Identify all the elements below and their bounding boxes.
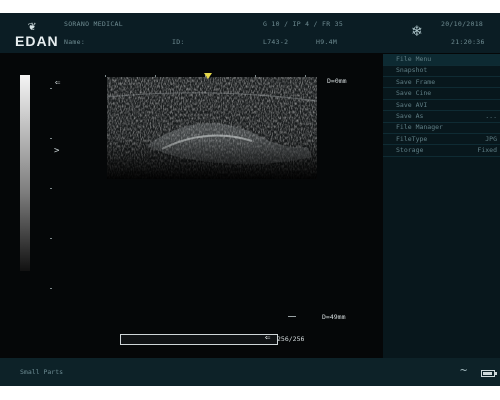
patient-name-label: Name: xyxy=(64,38,86,46)
header-bar: ❦ EDAN SORANO MEDICAL Name: ID: G 10 / I… xyxy=(0,13,500,53)
scale-tick xyxy=(50,188,52,189)
left-arrow-icon: ⇐ xyxy=(55,78,61,88)
menu-item-filetype[interactable]: FileType JPG xyxy=(383,134,500,146)
menu-item-file-manager[interactable]: File Manager xyxy=(383,122,500,134)
cine-arrow-icon: ⇐ xyxy=(265,333,271,343)
logo-text: EDAN xyxy=(15,33,59,49)
ruler-tick xyxy=(105,75,106,77)
menu-item-label: File Menu xyxy=(396,55,432,63)
menu-item-label: File Manager xyxy=(396,123,443,132)
menu-item-value: Fixed xyxy=(477,146,497,155)
footer-bar: Small Parts ~ xyxy=(0,358,500,386)
leaf-icon: ❦ xyxy=(28,19,36,34)
menu-item-label: Save As xyxy=(396,112,424,120)
menu-item-value: ... xyxy=(485,112,497,120)
scale-tick xyxy=(50,288,52,289)
time-display: 21:20:36 xyxy=(451,38,485,46)
imaging-params: G 10 / IP 4 / FR 35 xyxy=(263,20,344,28)
battery-icon xyxy=(481,370,497,377)
battery-fill xyxy=(483,372,492,375)
grayscale-bar xyxy=(20,75,30,271)
menu-item-label: Storage xyxy=(396,146,424,155)
edan-logo: ❦ EDAN xyxy=(11,20,61,50)
menu-item-snapshot[interactable]: Snapshot xyxy=(383,65,500,77)
depth-top-label: D=0mm xyxy=(327,77,347,85)
menu-item-save-avi[interactable]: Save AVI xyxy=(383,100,500,112)
ultrasound-image xyxy=(107,77,317,179)
focus-marker-icon xyxy=(204,73,212,79)
menu-item-storage[interactable]: Storage Fixed xyxy=(383,145,500,157)
file-menu-panel: File Menu Snapshot Save Frame Save Cine Save… xyxy=(383,54,500,371)
depth-marker xyxy=(288,316,296,317)
scale-tick xyxy=(50,88,52,89)
menu-item-value: JPG xyxy=(485,134,497,143)
scale-tick xyxy=(50,138,52,139)
probe-model: L743-2 xyxy=(263,38,289,46)
hospital-name: SORANO MEDICAL xyxy=(64,20,123,28)
scale-tick xyxy=(50,238,52,239)
menu-item-save-cine[interactable]: Save Cine xyxy=(383,88,500,100)
menu-item-label: Save Frame xyxy=(396,77,436,86)
menu-item-label: Snapshot xyxy=(396,66,428,75)
patient-id-label: ID: xyxy=(172,38,185,46)
probe-frequency: H9.4M xyxy=(316,38,338,46)
menu-item-file-menu[interactable]: File Menu xyxy=(383,54,500,66)
menu-item-save-as[interactable]: Save As... xyxy=(383,111,500,123)
cine-progress-bar[interactable] xyxy=(120,334,278,345)
exam-mode-label: Small Parts xyxy=(20,368,64,376)
menu-item-label: FileType xyxy=(396,134,428,143)
ultrasound-texture xyxy=(107,77,317,179)
menu-item-label: Save AVI xyxy=(396,100,428,109)
date-display: 20/10/2018 xyxy=(441,20,484,28)
chevron-right-icon: > xyxy=(54,146,60,156)
menu-item-save-frame[interactable]: Save Frame xyxy=(383,77,500,89)
cine-progress-fill xyxy=(121,335,277,344)
wave-icon: ~ xyxy=(460,363,468,377)
snowflake-icon: ❄ xyxy=(412,21,422,40)
ultrasound-screen: ❦ EDAN SORANO MEDICAL Name: ID: G 10 / I… xyxy=(0,13,500,386)
menu-item-label: Save Cine xyxy=(396,89,432,98)
cine-frame-count: 256/256 xyxy=(277,335,305,343)
depth-bottom-label: D=49mm xyxy=(322,313,346,321)
